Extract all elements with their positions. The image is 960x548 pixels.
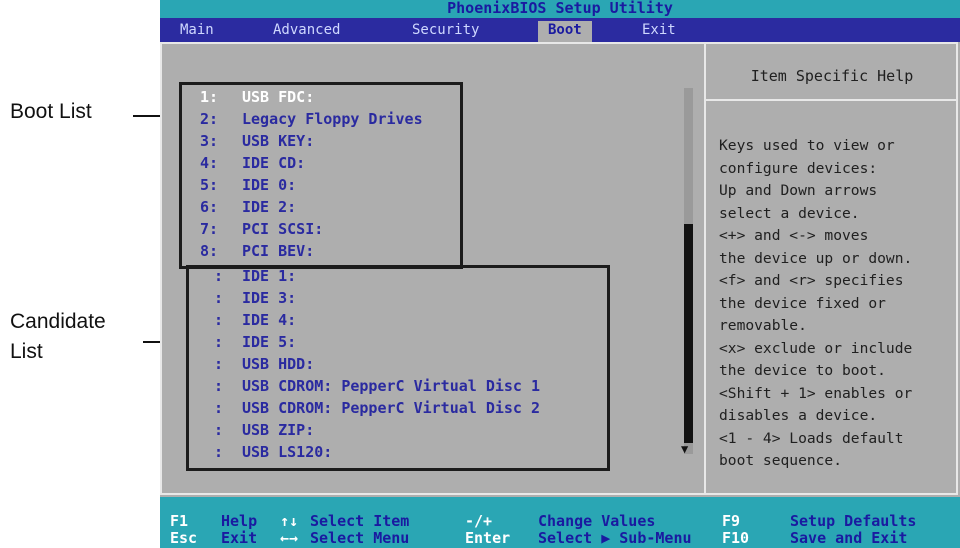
footer-key: F10 bbox=[722, 529, 750, 547]
footer-desc: Save and Exit bbox=[790, 529, 908, 547]
footer-desc: Change Values bbox=[538, 512, 656, 530]
footer-desc: Exit bbox=[221, 529, 258, 547]
candidate-list-annotation-line2: List bbox=[10, 340, 43, 363]
tab-exit[interactable]: Exit bbox=[642, 21, 676, 42]
footer-key: Esc bbox=[170, 529, 198, 547]
footer-key: -/+ bbox=[465, 512, 493, 530]
help-separator bbox=[706, 99, 958, 101]
scroll-down-arrow-icon[interactable]: ▼ bbox=[681, 442, 688, 456]
tab-main[interactable]: Main bbox=[180, 21, 214, 42]
candidate-list-outline bbox=[186, 265, 610, 471]
help-text: Keys used to view or configure devices: … bbox=[719, 137, 913, 469]
footer-key: F1 bbox=[170, 512, 189, 530]
boot-list-outline bbox=[179, 82, 463, 269]
footer-desc: Select Item bbox=[310, 512, 410, 530]
help-title: Item Specific Help bbox=[750, 67, 914, 85]
bios-screen: PhoenixBIOS Setup Utility Main Advanced … bbox=[160, 0, 960, 548]
footer-desc: Help bbox=[221, 512, 258, 530]
footer-desc: Setup Defaults bbox=[790, 512, 917, 530]
tab-advanced[interactable]: Advanced bbox=[273, 21, 340, 42]
footer-desc: Select ▶ Sub-Menu bbox=[538, 529, 692, 547]
tab-boot[interactable]: Boot bbox=[538, 21, 592, 42]
title-bar: PhoenixBIOS Setup Utility bbox=[160, 0, 960, 18]
footer-key: F9 bbox=[722, 512, 741, 530]
footer-key: Enter bbox=[465, 529, 511, 547]
footer-bar: F1 Help ↑↓ Select Item -/+ Change Values… bbox=[160, 497, 960, 548]
candidate-list-annotation-line1: Candidate bbox=[10, 310, 106, 333]
menu-bar: Main Advanced Security Boot Exit bbox=[160, 18, 960, 42]
footer-desc: Select Menu bbox=[310, 529, 410, 547]
tab-security[interactable]: Security bbox=[412, 21, 479, 42]
footer-key: ↑↓ bbox=[280, 512, 299, 530]
window-title: PhoenixBIOS Setup Utility bbox=[447, 0, 673, 17]
boot-list-annotation: Boot List bbox=[10, 100, 92, 123]
scrollbar-thumb[interactable] bbox=[684, 224, 693, 443]
panel-divider bbox=[704, 44, 706, 493]
footer-key: ←→ bbox=[280, 529, 299, 547]
